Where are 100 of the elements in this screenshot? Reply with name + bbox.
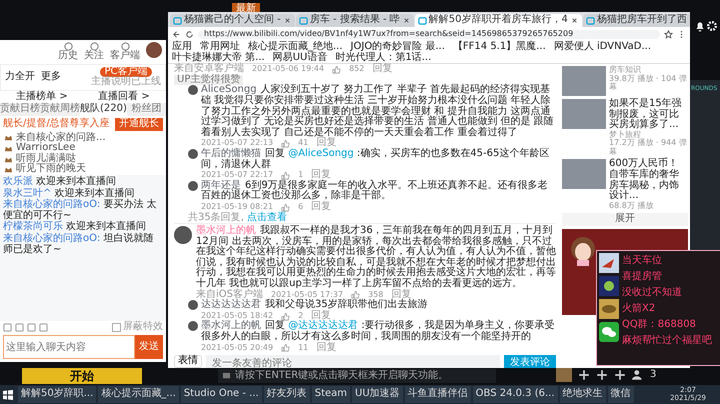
action-item[interactable]: 力全开 — [5, 72, 35, 82]
browser-tab[interactable]: 解解50岁辞职开着房车旅行，4 — [414, 14, 582, 27]
rank-tab[interactable]: 贡献周榜 — [40, 103, 80, 116]
bookmark[interactable]: 时光代理人：第1话... — [335, 52, 432, 64]
user-avatar[interactable] — [188, 180, 198, 191]
client-source: 来自安卓客户端 — [174, 64, 244, 74]
bookmark[interactable]: 【FF14 5.1】黑魔... — [452, 42, 546, 53]
overlay-text: 麻烦帮忙过个福星吧 — [622, 334, 713, 348]
close-icon[interactable] — [402, 16, 411, 26]
address-bar[interactable]: https://www.bilibili.com/video/BV1nf4y1W7ux?from=search&seid=14569865379265765209 — [198, 30, 660, 39]
user-name[interactable]: 午后的慵懒猫 — [201, 148, 261, 159]
nav-item[interactable]: 客户端 — [110, 42, 140, 62]
member-name[interactable]: 听见下雨的晚天 — [16, 164, 86, 175]
thumbs-up-icon[interactable] — [281, 139, 290, 148]
star-icon[interactable] — [664, 30, 673, 39]
bookmark[interactable]: JOJO的奇妙冒险 最... — [350, 42, 445, 53]
taskbar-app[interactable]: 微信 — [608, 386, 634, 403]
browser-tab[interactable]: 杨猫酱己的个人空间 - — [170, 14, 295, 27]
taskbar-app[interactable]: 斗鱼直播伴侣 — [404, 386, 471, 403]
thumbs-up-icon[interactable] — [332, 64, 342, 74]
chat-bar[interactable]: 请按下ENTER键或点击聊天框来开启聊天功能。 — [218, 369, 496, 383]
user-avatar[interactable] — [188, 300, 198, 310]
user-avatar[interactable] — [174, 226, 192, 244]
rank-tab[interactable]: 粉丝团 — [126, 103, 166, 116]
circle-icon — [64, 42, 72, 51]
emoji-button[interactable]: 表情 — [174, 355, 202, 368]
comment-date: 2021-05-19 08:21 — [201, 202, 274, 212]
rank-link[interactable]: 直播回看 > — [98, 92, 150, 102]
browser-tab[interactable]: 房车 - 搜索结果 - 哔 — [296, 14, 414, 27]
user-name[interactable]: 达达达达达君 — [201, 299, 261, 310]
plus-icon[interactable] — [596, 369, 608, 381]
overlay-text: 当天车位 — [622, 254, 663, 268]
video-thumbnail[interactable] — [562, 159, 606, 190]
comment-text: 两年还是 6到9万是很多家庭一年的收入水平。不上班还真养不起。还有很多老百姓的退休工资也没那么多，除非是干部。 — [201, 180, 549, 202]
bookmark[interactable]: 网易UU语音 — [272, 52, 328, 64]
settings-icon[interactable] — [706, 20, 718, 32]
taskbar-app[interactable]: UU加速器 — [352, 386, 403, 403]
video-title[interactable]: 600万人民币！自带车库的奢华房车揭秘，内饰设计... — [609, 159, 688, 202]
people-icon[interactable] — [632, 369, 644, 381]
member-name[interactable]: 听雨儿满满哒 — [16, 154, 76, 164]
back-icon[interactable] — [172, 30, 181, 39]
thumbs-up-icon[interactable] — [281, 343, 290, 352]
thumbs-up-icon[interactable] — [281, 202, 290, 212]
start-button[interactable]: 开始 — [22, 368, 142, 384]
taskbar-app[interactable]: 绝地求生 — [560, 386, 606, 403]
user-avatar[interactable] — [188, 321, 198, 332]
thumbs-up-icon[interactable] — [351, 290, 360, 300]
overlay-text: 火箭X2 — [622, 302, 656, 316]
video-title[interactable]: 如果不是15年强制报废，这可比买房划算多了... — [609, 99, 688, 131]
video-thumbnail[interactable] — [562, 66, 606, 96]
windows-icon[interactable] — [3, 390, 13, 400]
rank-tab[interactable]: 贡献日榜 — [0, 103, 40, 116]
user-avatar[interactable] — [188, 148, 198, 159]
gift-icon — [599, 276, 619, 296]
overlay-text: 没收过不知道 — [622, 286, 683, 300]
taskbar-app[interactable]: Studio One - ... — [180, 386, 262, 403]
member-name[interactable]: 来自核心家的问路... — [16, 132, 106, 144]
user-name[interactable]: 墨水河上的帆 — [201, 320, 261, 332]
user-avatar[interactable] — [146, 42, 162, 58]
taskbar-app[interactable]: 解解50岁辞职... — [18, 386, 96, 403]
chat-hint: 请按下ENTER键或点击聊天框来开启聊天功能。 — [235, 370, 448, 382]
taskbar-app[interactable]: 好友列表 — [264, 386, 310, 403]
bookmark[interactable]: 网爱便人 iDVNVaD... — [554, 42, 651, 53]
rank-link[interactable]: 主播榜单 > — [16, 92, 68, 102]
taskbar-app[interactable]: OBS 24.0.3 (6... — [472, 386, 558, 403]
user-name[interactable]: 两年还是 — [201, 180, 241, 191]
gift-icon — [599, 299, 619, 319]
user-name[interactable]: AliceSongg — [201, 84, 257, 96]
open-fleet-button[interactable]: 开通舰长 — [115, 118, 163, 131]
chat-bubble-icon — [599, 322, 619, 342]
reload-icon[interactable] — [185, 30, 194, 39]
thumbs-up-icon[interactable] — [281, 170, 290, 180]
client-source: 来自iOS客户端 — [196, 290, 263, 300]
chat-message: 来自核心家的问路oO: 要买办法 太便宜的可不行~ — [3, 200, 158, 221]
taskbar-app[interactable]: Steam — [312, 386, 350, 403]
action-item[interactable]: 更多 — [41, 72, 61, 82]
browser-tab[interactable]: 杨猫把房车开到了西 — [582, 14, 690, 27]
plus-icon[interactable] — [578, 369, 590, 381]
taskbar-app[interactable]: 核心提示面藏_... — [98, 386, 179, 403]
rank-tab[interactable]: 舰队(220) — [80, 103, 127, 116]
video-stats: 68.8万 播放 — [609, 202, 654, 210]
send-button[interactable]: 发送 — [135, 335, 163, 359]
nav-item[interactable]: 历史 — [58, 42, 78, 62]
comment-input[interactable]: 发一条友善的评论 — [206, 355, 500, 368]
thumbs-up-icon[interactable] — [281, 312, 290, 321]
video-thumbnail[interactable] — [562, 99, 606, 130]
bookmark[interactable]: 常用网址 — [200, 42, 240, 53]
user-avatar[interactable] — [188, 85, 198, 96]
bell-icon[interactable] — [694, 20, 706, 32]
checkbox[interactable] — [112, 323, 121, 332]
bookmark[interactable]: 应用 — [172, 42, 192, 53]
close-icon[interactable] — [570, 16, 579, 26]
chat-input[interactable]: 这里输入聊天内容 — [3, 335, 135, 359]
close-icon[interactable] — [282, 16, 292, 26]
expand-button[interactable]: 展开 — [562, 213, 688, 226]
bookmark[interactable]: 叶卡捷琳娜大帝 第... — [172, 52, 265, 64]
nav-item[interactable]: 关注 — [84, 42, 104, 62]
plus-icon[interactable] — [614, 369, 626, 381]
bookmark[interactable]: 核心提示面藏_绝地... — [248, 42, 343, 53]
member-name[interactable]: WarriorsLee — [16, 143, 76, 154]
